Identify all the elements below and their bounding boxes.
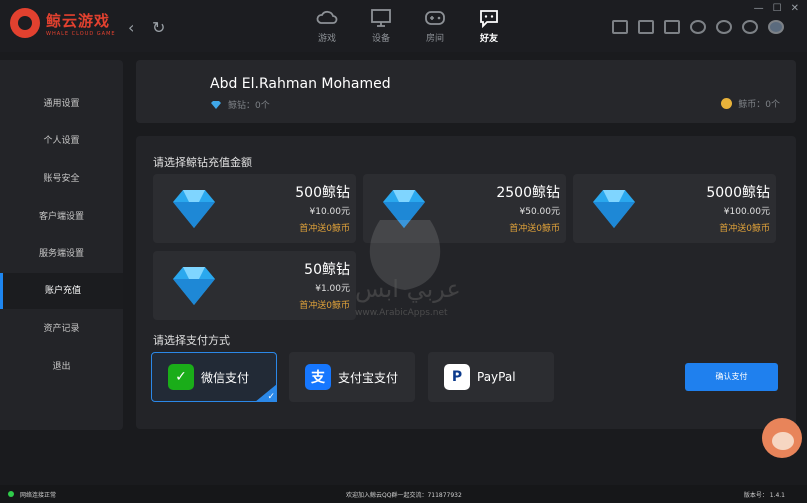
- welcome-message: 欢迎加入鲸云QQ群一起交流：711877932: [346, 492, 462, 499]
- package-2500[interactable]: 2500鲸钻 ¥50.00元 首冲送0鲸币: [363, 174, 566, 243]
- gear-icon[interactable]: [742, 20, 758, 34]
- sidebar-item-client[interactable]: 客户端设置: [0, 199, 123, 235]
- bag-icon[interactable]: [638, 20, 654, 34]
- package-price: ¥10.00元: [309, 207, 351, 217]
- profile-card: Abd El.Rahman Mohamed 鲸钻：0个 鲸币：0个: [136, 60, 796, 123]
- package-name: 50鲸钻: [304, 262, 350, 278]
- sidebar-item-general[interactable]: 通用设置: [0, 86, 123, 122]
- tab-friends[interactable]: 好友: [462, 4, 516, 48]
- pay-alipay-button[interactable]: 支 支付宝支付: [289, 352, 415, 402]
- diamond-balance: 鲸钻：0个: [210, 98, 270, 111]
- package-bonus: 首冲送0鲸币: [509, 224, 560, 234]
- sidebar-item-server[interactable]: 服务端设置: [0, 236, 123, 272]
- app-name: 鲸云游戏: [46, 11, 111, 30]
- refresh-button[interactable]: ↻: [152, 18, 165, 37]
- package-bonus: 首冲送0鲸币: [299, 301, 350, 311]
- sidebar-item-security[interactable]: 账号安全: [0, 161, 123, 197]
- image-icon[interactable]: [612, 20, 628, 34]
- recharge-panel: 请选择鲸钻充值金额 500鲸钻 ¥10.00元 首冲送0鲸币 2500鲸钻 ¥5…: [136, 136, 796, 429]
- amount-title: 请选择鲸钻充值金额: [153, 156, 252, 169]
- package-500[interactable]: 500鲸钻 ¥10.00元 首冲送0鲸币: [153, 174, 356, 243]
- diamond-icon: [593, 190, 635, 228]
- pay-label: 支付宝支付: [338, 370, 399, 385]
- sidebar-item-assets[interactable]: 资产记录: [0, 311, 123, 347]
- package-name: 5000鲸钻: [706, 185, 770, 201]
- sidebar-item-personal[interactable]: 个人设置: [0, 123, 123, 159]
- tab-devices[interactable]: 设备: [354, 4, 408, 48]
- alipay-icon: 支: [305, 364, 331, 390]
- mascot-icon[interactable]: [762, 418, 802, 458]
- package-name: 2500鲸钻: [496, 185, 560, 201]
- tab-rooms[interactable]: 房间: [408, 4, 462, 48]
- pay-label: PayPal: [477, 370, 516, 384]
- package-50[interactable]: 50鲸钻 ¥1.00元 首冲送0鲸币: [153, 251, 356, 320]
- payment-title: 请选择支付方式: [153, 334, 230, 347]
- username: Abd El.Rahman Mohamed: [210, 76, 391, 92]
- cloud-icon: [316, 10, 338, 24]
- version-label: 版本号： 1.4.1: [743, 492, 785, 499]
- diamond-icon: [211, 100, 221, 109]
- app-logo: 鲸云游戏 WHALE CLOUD GAME: [10, 8, 116, 38]
- package-name: 500鲸钻: [295, 185, 350, 201]
- confirm-pay-button[interactable]: 确认支付: [685, 363, 778, 391]
- network-status-icon: [8, 491, 14, 497]
- package-bonus: 首冲送0鲸币: [719, 224, 770, 234]
- pay-paypal-button[interactable]: P PayPal: [428, 352, 554, 402]
- diamond-icon: [173, 190, 215, 228]
- share-icon[interactable]: [690, 20, 706, 34]
- wechat-icon: ✓: [168, 364, 194, 390]
- toolbox-icon[interactable]: [664, 20, 680, 34]
- settings-sidebar: 通用设置 个人设置 账号安全 客户端设置 服务端设置 账户充值 资产记录 退出: [0, 60, 123, 430]
- coin-icon: [721, 98, 733, 109]
- title-bar: 鲸云游戏 WHALE CLOUD GAME ‹ ↻ 游戏 设备 房间 好友 — …: [0, 0, 807, 52]
- back-button[interactable]: ‹: [128, 18, 134, 37]
- close-button[interactable]: ✕: [791, 3, 799, 14]
- watermark-text: عربي ابس: [355, 275, 461, 303]
- package-bonus: 首冲送0鲸币: [299, 224, 350, 234]
- support-icon[interactable]: [716, 20, 732, 34]
- pay-label: 微信支付: [201, 370, 250, 385]
- network-status: 网络连接正常: [20, 492, 57, 499]
- check-icon: [255, 384, 277, 402]
- status-bar: 网络连接正常 欢迎加入鲸云QQ群一起交流：711877932 版本号： 1.4.…: [0, 485, 807, 503]
- main-tabs: 游戏 设备 房间 好友: [300, 4, 516, 48]
- sidebar-item-logout[interactable]: 退出: [0, 349, 123, 385]
- pay-wechat-button[interactable]: ✓ 微信支付: [151, 352, 277, 402]
- whale-logo-icon: [10, 8, 40, 38]
- window-controls: — ☐ ✕: [754, 3, 799, 14]
- gamepad-icon: [425, 11, 445, 25]
- app-name-en: WHALE CLOUD GAME: [46, 30, 116, 37]
- tab-games[interactable]: 游戏: [300, 4, 354, 48]
- minimize-button[interactable]: —: [754, 3, 764, 14]
- package-5000[interactable]: 5000鲸钻 ¥100.00元 首冲送0鲸币: [573, 174, 776, 243]
- coin-balance: 鲸币：0个: [721, 97, 780, 110]
- package-price: ¥100.00元: [723, 207, 770, 217]
- watermark-url: www.ArabicApps.net: [355, 308, 448, 318]
- toolbar-icons: [612, 20, 784, 34]
- diamond-icon: [383, 190, 425, 228]
- chat-icon: [480, 10, 498, 28]
- avatar[interactable]: [768, 20, 784, 34]
- maximize-button[interactable]: ☐: [773, 3, 782, 14]
- package-price: ¥1.00元: [315, 284, 350, 294]
- package-price: ¥50.00元: [519, 207, 561, 217]
- monitor-icon: [371, 9, 391, 27]
- sidebar-item-recharge[interactable]: 账户充值: [0, 273, 123, 309]
- paypal-icon: P: [444, 364, 470, 390]
- diamond-icon: [173, 267, 215, 305]
